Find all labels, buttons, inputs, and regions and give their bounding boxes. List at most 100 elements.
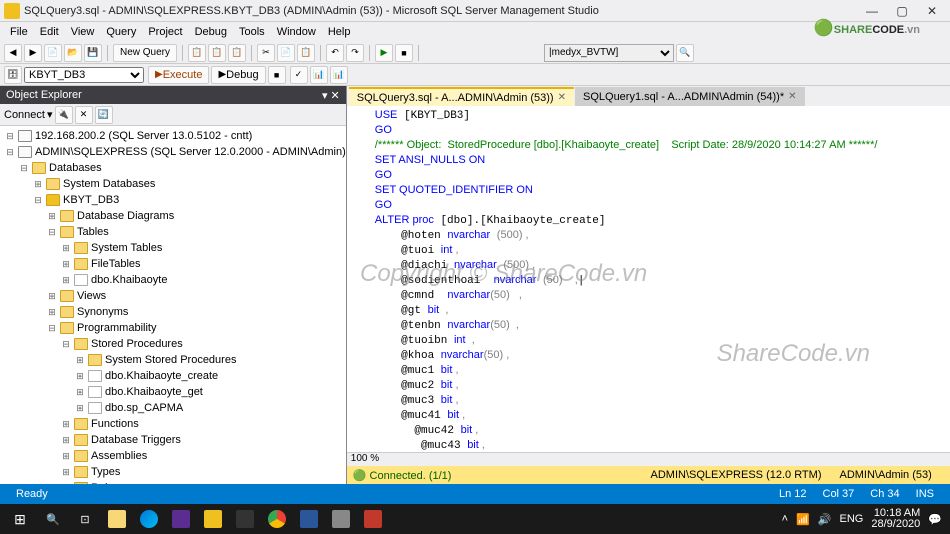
tb-icon-2[interactable]: 📋 (208, 44, 226, 62)
menu-query[interactable]: Query (100, 24, 142, 40)
connect-icon[interactable]: 🔌 (55, 106, 73, 124)
tb-icon-1[interactable]: 📋 (188, 44, 206, 62)
minimize-button[interactable]: — (858, 2, 886, 20)
code-editor[interactable]: USE [KBYT_DB3] GO /****** Object: Stored… (347, 106, 950, 452)
expand-icon[interactable]: ⊟ (60, 339, 72, 350)
menu-debug[interactable]: Debug (189, 24, 233, 40)
tree-node[interactable]: ⊞Synonyms (0, 304, 346, 320)
tree-node[interactable]: ⊞System Tables (0, 240, 346, 256)
settings-icon[interactable] (230, 506, 260, 532)
copy-button[interactable]: 📄 (277, 44, 295, 62)
tree-node[interactable]: ⊞System Databases (0, 176, 346, 192)
expand-icon[interactable]: ⊞ (60, 467, 72, 478)
tree-node[interactable]: ⊞dbo.sp_CAPMA (0, 400, 346, 416)
execute-button[interactable]: ▶ Execute (148, 66, 209, 84)
new-query-button[interactable]: New Query (113, 44, 177, 62)
expand-icon[interactable]: ⊞ (74, 387, 86, 398)
tree-node[interactable]: ⊞dbo.Khaibaoyte_create (0, 368, 346, 384)
expand-icon[interactable]: ⊞ (60, 483, 72, 485)
tree-node[interactable]: ⊞Functions (0, 416, 346, 432)
tray-network-icon[interactable]: 📶 (796, 513, 810, 526)
undo-button[interactable]: ↶ (326, 44, 344, 62)
expand-icon[interactable]: ⊞ (74, 355, 86, 366)
open-button[interactable]: 📂 (64, 44, 82, 62)
menu-tools[interactable]: Tools (233, 24, 271, 40)
nav-fwd-button[interactable]: ▶ (24, 44, 42, 62)
editor-tab[interactable]: SQLQuery1.sql - A...ADMIN\Admin (54))*✕ (575, 87, 805, 106)
expand-icon[interactable]: ⊞ (74, 371, 86, 382)
tree-node[interactable]: ⊞dbo.Khaibaoyte_get (0, 384, 346, 400)
menu-file[interactable]: File (4, 24, 34, 40)
ssms-icon[interactable] (198, 506, 228, 532)
find-button[interactable]: 🔍 (676, 44, 694, 62)
edge-icon[interactable] (134, 506, 164, 532)
tray-lang[interactable]: ENG (840, 513, 864, 525)
tb-icon-3[interactable]: 📋 (228, 44, 246, 62)
stop-exec-button[interactable]: ■ (268, 66, 286, 84)
explorer-icon[interactable] (102, 506, 132, 532)
tray-volume-icon[interactable]: 🔊 (818, 513, 832, 526)
expand-icon[interactable]: ⊞ (74, 403, 86, 414)
expand-icon[interactable]: ⊞ (60, 435, 72, 446)
redo-button[interactable]: ↷ (346, 44, 364, 62)
menu-project[interactable]: Project (142, 24, 188, 40)
tree-node[interactable]: ⊟Stored Procedures (0, 336, 346, 352)
tree-node[interactable]: ⊞Database Diagrams (0, 208, 346, 224)
tray-notif-icon[interactable]: 💬 (928, 513, 942, 526)
close-button[interactable]: ✕ (918, 2, 946, 20)
stop-button[interactable]: ■ (395, 44, 413, 62)
expand-icon[interactable]: ⊟ (32, 195, 44, 206)
tree-node[interactable]: ⊟Databases (0, 160, 346, 176)
expand-icon[interactable]: ⊟ (46, 323, 58, 334)
new-file-button[interactable]: 📄 (44, 44, 62, 62)
expand-icon[interactable]: ⊞ (46, 307, 58, 318)
menu-view[interactable]: View (65, 24, 101, 40)
tree-node[interactable]: ⊟Programmability (0, 320, 346, 336)
save-button[interactable]: 💾 (84, 44, 102, 62)
tree-node[interactable]: ⊞Views (0, 288, 346, 304)
editor-tab[interactable]: SQLQuery3.sql - A...ADMIN\Admin (53))✕ (349, 87, 574, 106)
tree-node[interactable]: ⊟192.168.200.2 (SQL Server 13.0.5102 - c… (0, 128, 346, 144)
tree-node[interactable]: ⊞Database Triggers (0, 432, 346, 448)
tree-node[interactable]: ⊞dbo.Khaibaoyte (0, 272, 346, 288)
tree-node[interactable]: ⊞FileTables (0, 256, 346, 272)
tb2-icon-2[interactable]: 📊 (330, 66, 348, 84)
combo-right[interactable]: |medyx_BVTW] (544, 44, 674, 62)
expand-icon[interactable]: ⊞ (32, 179, 44, 190)
tree-node[interactable]: ⊟ADMIN\SQLEXPRESS (SQL Server 12.0.2000 … (0, 144, 346, 160)
app-icon-1[interactable] (326, 506, 356, 532)
chrome-icon[interactable] (262, 506, 292, 532)
start-button[interactable]: ⊞ (4, 506, 36, 532)
debug-button[interactable]: ▶ Debug (211, 66, 265, 84)
app-icon-2[interactable] (358, 506, 388, 532)
tray-date[interactable]: 28/9/2020 (871, 519, 920, 530)
paste-button[interactable]: 📋 (297, 44, 315, 62)
tab-close-icon[interactable]: ✕ (788, 91, 796, 102)
refresh-icon[interactable]: 🔄 (95, 106, 113, 124)
expand-icon[interactable]: ⊞ (46, 211, 58, 222)
tree-node[interactable]: ⊞Types (0, 464, 346, 480)
tree-node[interactable]: ⊟Tables (0, 224, 346, 240)
expand-icon[interactable]: ⊞ (60, 451, 72, 462)
run-button[interactable]: ▶ (375, 44, 393, 62)
vs-icon[interactable] (166, 506, 196, 532)
expand-icon[interactable]: ⊟ (18, 163, 30, 174)
menu-help[interactable]: Help (322, 24, 357, 40)
objexp-controls[interactable]: ▾ ✕ (322, 89, 340, 102)
parse-button[interactable]: ✓ (290, 66, 308, 84)
tray-chevron-icon[interactable]: ˄ (782, 513, 788, 525)
connect-label[interactable]: Connect (4, 109, 45, 121)
taskview-icon[interactable]: ⊡ (70, 506, 100, 532)
menu-edit[interactable]: Edit (34, 24, 65, 40)
expand-icon[interactable]: ⊞ (46, 291, 58, 302)
database-select[interactable]: KBYT_DB3 (24, 67, 144, 83)
expand-icon[interactable]: ⊞ (60, 243, 72, 254)
tab-close-icon[interactable]: ✕ (558, 92, 566, 103)
search-icon[interactable]: 🔍 (38, 506, 68, 532)
disconnect-icon[interactable]: ✕ (75, 106, 93, 124)
tree-node[interactable]: ⊞System Stored Procedures (0, 352, 346, 368)
tree-node[interactable]: ⊞Rules (0, 480, 346, 484)
cut-button[interactable]: ✂ (257, 44, 275, 62)
word-icon[interactable] (294, 506, 324, 532)
nav-back-button[interactable]: ◀ (4, 44, 22, 62)
